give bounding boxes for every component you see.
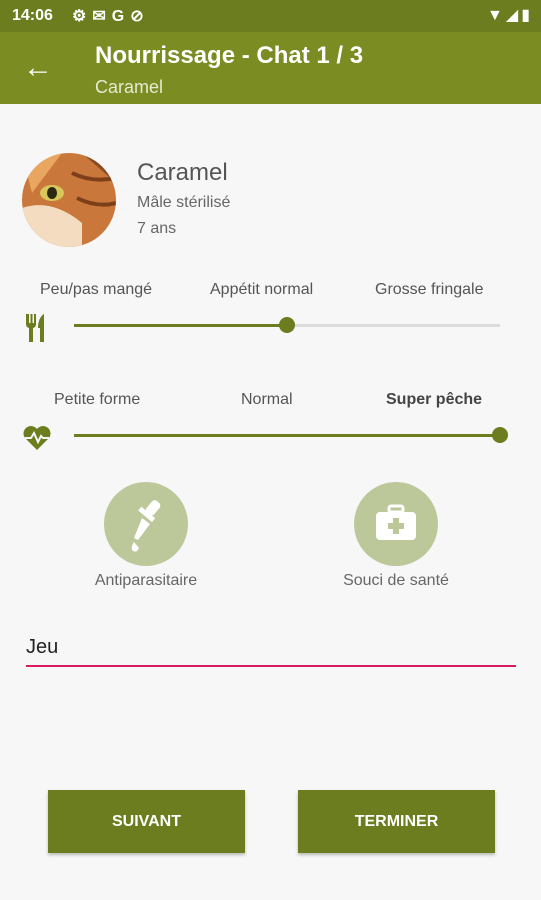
energy-slider-fill — [74, 434, 500, 437]
fork-knife-icon — [24, 312, 50, 349]
energy-label-low: Petite forme — [54, 391, 141, 408]
blocked-icon: ⊘ — [130, 8, 150, 25]
cat-name: Caramel — [137, 159, 228, 186]
page-title: Nourrissage - Chat 1 / 3 — [95, 42, 364, 69]
energy-slider-thumb[interactable] — [492, 427, 508, 443]
gear-icon: ⚙ — [72, 8, 93, 25]
cat-description: Mâle stérilisé — [137, 194, 231, 211]
appetite-slider-fill — [74, 324, 287, 327]
health-label: Souci de santé — [343, 572, 449, 589]
heartbeat-icon — [22, 424, 52, 457]
dropper-icon — [131, 500, 161, 552]
mail-icon: ✉ — [92, 8, 112, 25]
antiparasite-label: Antiparasitaire — [94, 572, 198, 589]
wifi-icon: ▼ — [487, 7, 506, 24]
energy-label-mid: Normal — [241, 391, 293, 408]
next-button[interactable]: SUIVANT — [48, 790, 245, 853]
note-field-underline — [26, 665, 516, 667]
appetite-slider[interactable] — [74, 317, 500, 333]
energy-slider[interactable] — [74, 427, 508, 443]
cat-avatar — [22, 153, 116, 247]
status-time: 14:06 — [12, 7, 53, 24]
google-icon: G — [111, 8, 131, 25]
signal-icon: ◢ — [505, 7, 522, 24]
back-button[interactable]: ← — [18, 48, 58, 88]
status-notification-icons: ⚙✉G⊘ — [72, 6, 150, 26]
appetite-slider-thumb[interactable] — [279, 317, 295, 333]
app-bar: ← Nourrissage - Chat 1 / 3 Caramel — [0, 32, 541, 104]
page-subtitle: Caramel — [95, 77, 164, 97]
appetite-label-high: Grosse fringale — [375, 281, 484, 298]
cat-age: 7 ans — [137, 220, 177, 237]
medical-kit-icon — [376, 504, 416, 540]
appetite-label-low: Peu/pas mangé — [40, 281, 153, 298]
arrow-left-icon: ← — [23, 51, 53, 84]
appetite-label-mid: Appétit normal — [210, 281, 314, 298]
finish-button[interactable]: TERMINER — [298, 790, 495, 853]
energy-label-high: Super pêche — [386, 391, 483, 408]
note-field[interactable]: Jeu — [26, 636, 58, 659]
status-bar: 14:06 ⚙✉G⊘ ▼◢▮ — [0, 0, 541, 32]
status-system-icons: ▼◢▮ — [487, 5, 533, 25]
health-button[interactable] — [354, 482, 438, 566]
antiparasite-button[interactable] — [104, 482, 188, 566]
battery-icon: ▮ — [521, 7, 533, 24]
